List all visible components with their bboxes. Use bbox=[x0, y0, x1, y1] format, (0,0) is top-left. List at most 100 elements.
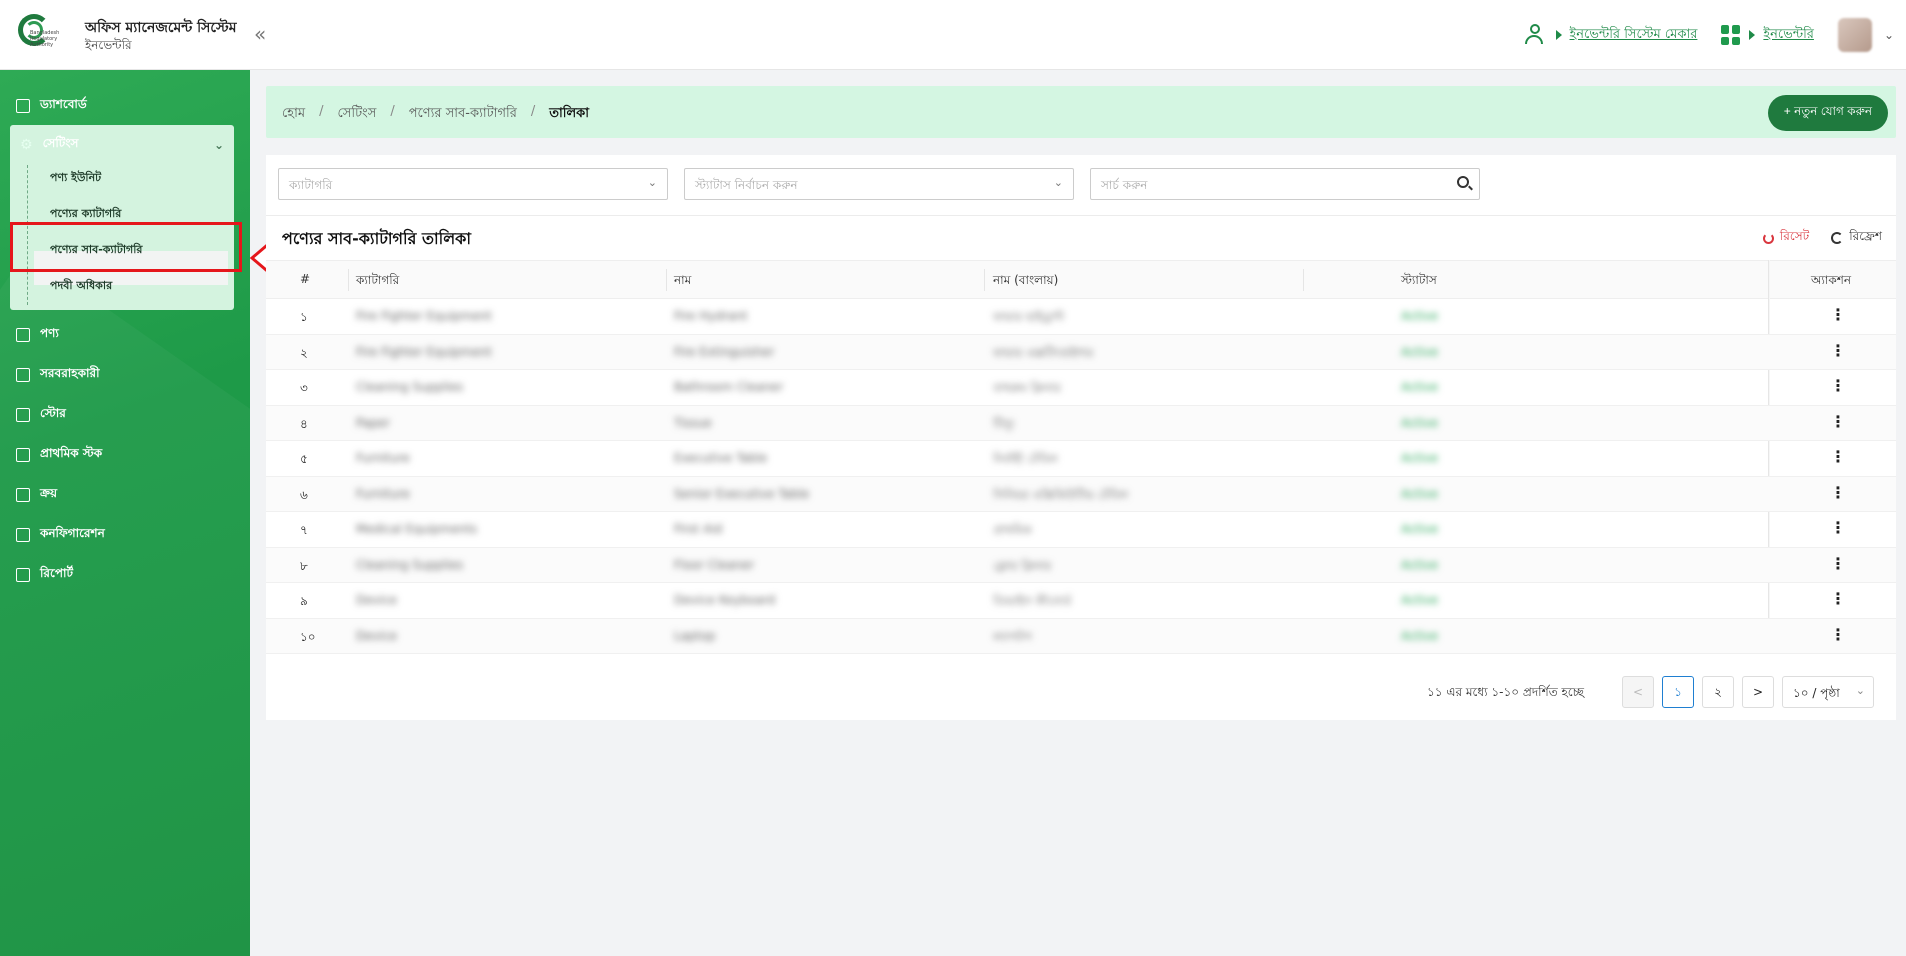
row-actions-kebab-icon[interactable]: ⋮ bbox=[1830, 341, 1846, 360]
breadcrumb-current: তালিকা bbox=[549, 106, 590, 121]
row-actions-kebab-icon[interactable]: ⋮ bbox=[1830, 412, 1846, 431]
table-row: ১ Fire Fighter Equipment Fire Hydrant ফায়া… bbox=[266, 299, 1896, 335]
search-icon[interactable] bbox=[1457, 176, 1469, 188]
row-actions-kebab-icon[interactable]: ⋮ bbox=[1830, 589, 1846, 608]
caret-right-icon bbox=[1749, 30, 1756, 40]
cell-status: Active bbox=[1401, 415, 1439, 430]
cell-index: ৭ bbox=[300, 523, 308, 537]
cell-status: Active bbox=[1401, 309, 1439, 323]
module-link[interactable]: ইনভেন্টরি bbox=[1763, 25, 1814, 46]
cell-name: Floor Cleaner bbox=[674, 557, 755, 572]
row-actions-kebab-icon[interactable]: ⋮ bbox=[1830, 305, 1846, 324]
caret-right-icon bbox=[1555, 30, 1562, 40]
row-actions-kebab-icon[interactable]: ⋮ bbox=[1830, 483, 1846, 502]
top-header: Bangladesh Regulatory Authority অফিস ম্য… bbox=[0, 0, 1906, 70]
row-actions-kebab-icon[interactable]: ⋮ bbox=[1830, 518, 1846, 537]
table-row: ৭ Medical Equipments First Aid প্রাথমিক Acti… bbox=[266, 512, 1896, 548]
cell-name-bn: ফ্লোর ক্লিনার bbox=[993, 558, 1052, 573]
annotation-highlight-box bbox=[10, 222, 242, 272]
sidebar-item-settings[interactable]: ⚙ সেটিংস ⌄ bbox=[20, 135, 224, 155]
row-actions-kebab-icon[interactable]: ⋮ bbox=[1830, 376, 1846, 395]
sidebar-item-supplier[interactable]: সরবরাহকারী bbox=[16, 365, 100, 385]
cell-category: Device bbox=[356, 628, 398, 643]
page-size-select[interactable]: ১০ / পৃষ্ঠা ⌄ bbox=[1782, 676, 1874, 708]
column-header-action: অ্যাকশন bbox=[1811, 273, 1852, 287]
sidebar-item-label: পণ্য bbox=[40, 326, 59, 340]
category-placeholder: ক্যাটাগরি bbox=[289, 178, 333, 192]
next-page-button[interactable]: > bbox=[1742, 676, 1774, 708]
sidebar-item-product[interactable]: পণ্য bbox=[16, 325, 59, 345]
reset-label: রিসেট bbox=[1779, 229, 1810, 243]
cell-category: Furniture bbox=[356, 451, 410, 465]
sidebar-item-configuration[interactable]: কনফিগারেশন bbox=[16, 525, 105, 545]
user-avatar[interactable] bbox=[1837, 18, 1872, 52]
row-actions-kebab-icon[interactable]: ⋮ bbox=[1830, 447, 1846, 466]
sidebar-item-label: রিপোর্ট bbox=[40, 566, 74, 580]
breadcrumb-settings[interactable]: সেটিংস bbox=[337, 104, 376, 125]
breadcrumb-subcategory[interactable]: পণ্যের সাব-ক্যাটাগরি bbox=[409, 104, 517, 125]
page-button-2[interactable]: ২ bbox=[1702, 676, 1734, 708]
category-select[interactable]: ক্যাটাগরি ⌄ bbox=[278, 168, 668, 200]
cell-name-bn: ফায়ার হাইড্রান্ট bbox=[993, 310, 1064, 324]
sidebar-item-purchase[interactable]: ক্রয় bbox=[16, 485, 57, 505]
breadcrumb-home[interactable]: হোম bbox=[282, 104, 305, 125]
sidebar-item-report[interactable]: রিপোর্ট bbox=[16, 565, 73, 585]
cell-category: Furniture bbox=[356, 486, 410, 501]
cell-category: Medical Equipments bbox=[356, 522, 478, 536]
header-right: ইনভেন্টরি সিস্টেম মেকার ইনভেন্টরি ⌄ bbox=[1524, 18, 1894, 52]
sidebar-item-initial-stock[interactable]: প্রাথমিক স্টক bbox=[16, 445, 102, 465]
sidebar-item-label: ড্যাশবোর্ড bbox=[40, 97, 87, 111]
sidebar-item-label: স্টোর bbox=[40, 406, 66, 420]
cell-name-bn: নির্বাহী টেবিল bbox=[993, 452, 1058, 466]
cell-status: Active bbox=[1401, 557, 1439, 572]
cell-index: ৬ bbox=[300, 487, 308, 502]
sidebar-subitem-product-unit[interactable]: পণ্য ইউনিট bbox=[50, 169, 101, 188]
reset-icon bbox=[1762, 232, 1774, 244]
cell-category: Device bbox=[356, 593, 398, 607]
table-row: ৫ Furniture Executive Table নির্বাহী টেবিল A… bbox=[266, 441, 1896, 477]
collapse-sidebar-button[interactable]: « bbox=[254, 22, 266, 46]
sidebar-item-dashboard[interactable]: ড্যাশবোর্ড bbox=[16, 96, 87, 116]
sliders-icon bbox=[16, 528, 30, 542]
breadcrumb-separator: / bbox=[390, 104, 395, 119]
chevron-down-icon[interactable]: ⌄ bbox=[1884, 28, 1894, 42]
system-maker-link[interactable]: ইনভেন্টরি সিস্টেম মেকার bbox=[1570, 25, 1698, 46]
cell-index: ৩ bbox=[300, 381, 308, 395]
cell-index: ১০ bbox=[300, 629, 316, 644]
refresh-button[interactable]: রিফ্রেশ bbox=[1831, 228, 1882, 248]
chevron-down-icon: ⌄ bbox=[1855, 684, 1865, 697]
apps-grid-icon[interactable] bbox=[1721, 25, 1741, 45]
column-header-name-bn: নাম (বাংলায়) bbox=[993, 273, 1059, 287]
cell-name: Laptop bbox=[674, 628, 716, 643]
sidebar: ড্যাশবোর্ড ⚙ সেটিংস ⌄ পণ্য ইউনিট পণ্যের … bbox=[0, 70, 250, 956]
sidebar-item-store[interactable]: স্টোর bbox=[16, 405, 66, 425]
pagination-info: ১১ এর মধ্যে ১-১০ প্রদর্শিত হচ্ছে bbox=[1426, 685, 1584, 699]
status-select[interactable]: স্ট্যাটাস নির্বাচন করুন ⌄ bbox=[684, 168, 1074, 200]
page-button-1[interactable]: ১ bbox=[1662, 676, 1694, 708]
table-row: ৯ Device Device Keyboard ডিভাইস কীবোর্ড Acti… bbox=[266, 583, 1896, 619]
cell-status: Active bbox=[1401, 593, 1439, 607]
sidebar-item-label: প্রাথমিক স্টক bbox=[40, 446, 103, 460]
filter-bar: ক্যাটাগরি ⌄ স্ট্যাটাস নির্বাচন করুন ⌄ সা… bbox=[266, 155, 1896, 215]
column-header-category: ক্যাটাগরি bbox=[356, 273, 400, 287]
cell-name-bn: টিস্যু bbox=[993, 416, 1015, 431]
chevron-down-icon: ⌄ bbox=[1053, 176, 1063, 189]
cell-name: Tissue bbox=[674, 415, 712, 430]
cell-category: Cleaning Supplies bbox=[356, 380, 464, 394]
table-row: ৮ Cleaning Supplies Floor Cleaner ফ্লোর ক্ল… bbox=[266, 547, 1896, 583]
search-input[interactable]: সার্চ করুন bbox=[1090, 168, 1480, 200]
reset-button[interactable]: রিসেট bbox=[1762, 228, 1810, 248]
table-actions: রিসেট রিফ্রেশ bbox=[1762, 228, 1882, 248]
table-row: ২ Fire Fighter Equipment Fire Extinguisher… bbox=[266, 334, 1896, 370]
cell-status: Active bbox=[1401, 486, 1439, 501]
store-icon bbox=[16, 408, 30, 422]
prev-page-button[interactable]: < bbox=[1622, 676, 1654, 708]
user-switch-icon[interactable] bbox=[1524, 23, 1548, 47]
row-actions-kebab-icon[interactable]: ⋮ bbox=[1830, 554, 1846, 573]
sidebar-subitem-designation-rights[interactable]: পদবী অধিকার bbox=[50, 277, 112, 296]
row-actions-kebab-icon[interactable]: ⋮ bbox=[1830, 625, 1846, 644]
cell-name-bn: ফায়ার এক্সটিংগুইশার bbox=[993, 345, 1094, 360]
add-new-button[interactable]: + নতুন যোগ করুন bbox=[1767, 95, 1888, 131]
logo-text: Bangladesh Regulatory Authority bbox=[30, 30, 60, 48]
purchase-icon bbox=[16, 488, 30, 502]
